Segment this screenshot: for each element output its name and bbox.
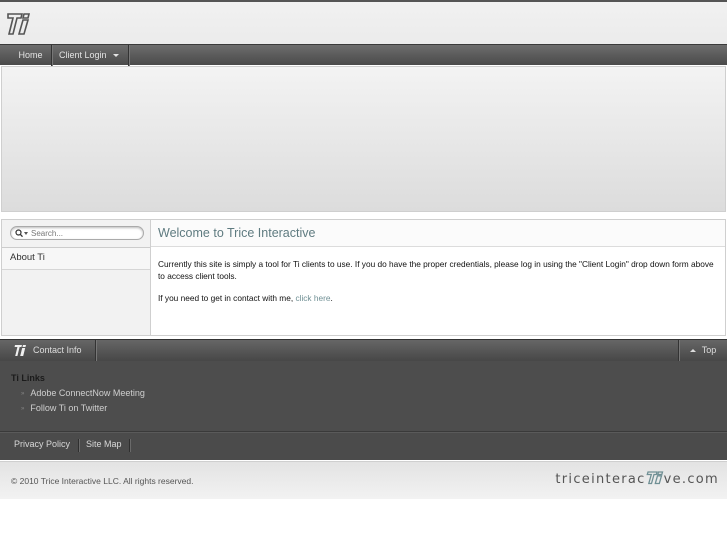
brand-prefix: triceinterac — [555, 472, 646, 487]
ti-logo-icon — [14, 345, 26, 356]
search-box — [10, 226, 144, 240]
brand-suffix: ve.com — [663, 472, 719, 487]
caret-down-icon — [112, 54, 119, 58]
divider — [95, 340, 96, 362]
footer-bar: Contact Info Top — [0, 339, 727, 362]
ti-logo-icon — [646, 471, 663, 485]
copyright-bar: © 2010 Trice Interactive LLC. All rights… — [0, 461, 727, 499]
top-label: Top — [701, 345, 717, 355]
contact-info-link[interactable]: Contact Info — [33, 340, 82, 361]
bullet-icon: » — [21, 406, 25, 412]
footer-link-twitter[interactable]: » Follow Ti on Twitter — [21, 403, 107, 413]
search-input[interactable] — [31, 228, 139, 239]
footer-links: Ti Links » Adobe ConnectNow Meeting » Foll… — [0, 361, 727, 431]
links-title: Ti Links — [11, 373, 45, 383]
copyright-text: © 2010 Trice Interactive LLC. All rights… — [11, 476, 194, 486]
sidebar: About Ti — [1, 219, 151, 336]
contact-paragraph: If you need to get in contact with me, c… — [158, 292, 718, 304]
header — [0, 0, 727, 44]
contact-suffix: . — [330, 293, 333, 303]
nav-client-login[interactable]: Client Login — [52, 45, 129, 66]
arrow-up-icon — [689, 349, 696, 352]
divider — [129, 439, 130, 452]
main-nav: Home Client Login — [0, 44, 727, 66]
nav-home[interactable]: Home — [10, 45, 52, 66]
back-to-top-button[interactable]: Top — [678, 340, 727, 362]
nav-client-login-label: Client Login — [59, 50, 107, 60]
bottom-nav: Privacy Policy Site Map — [0, 431, 727, 460]
brand-wordmark[interactable]: triceinterac ve.com — [555, 470, 719, 487]
privacy-policy-link[interactable]: Privacy Policy — [14, 432, 70, 460]
footer-link-label: Follow Ti on Twitter — [30, 403, 108, 413]
main-content: Welcome to Trice Interactive Currently t… — [151, 219, 726, 336]
intro-paragraph: Currently this site is simply a tool for… — [158, 259, 714, 281]
ti-logo-icon[interactable] — [5, 8, 33, 38]
contact-link[interactable]: click here — [295, 293, 330, 303]
divider — [78, 439, 79, 452]
footer-link-connectnow[interactable]: » Adobe ConnectNow Meeting — [21, 388, 145, 398]
contact-text: If you need to get in contact with me, — [158, 293, 296, 303]
banner — [1, 66, 726, 212]
page-title: Welcome to Trice Interactive — [151, 220, 725, 247]
search-icon[interactable] — [15, 229, 29, 238]
footer-link-label: Adobe ConnectNow Meeting — [30, 388, 145, 398]
bullet-icon: » — [21, 391, 25, 397]
site-map-link[interactable]: Site Map — [86, 432, 122, 460]
sidebar-item-about[interactable]: About Ti — [2, 248, 150, 270]
